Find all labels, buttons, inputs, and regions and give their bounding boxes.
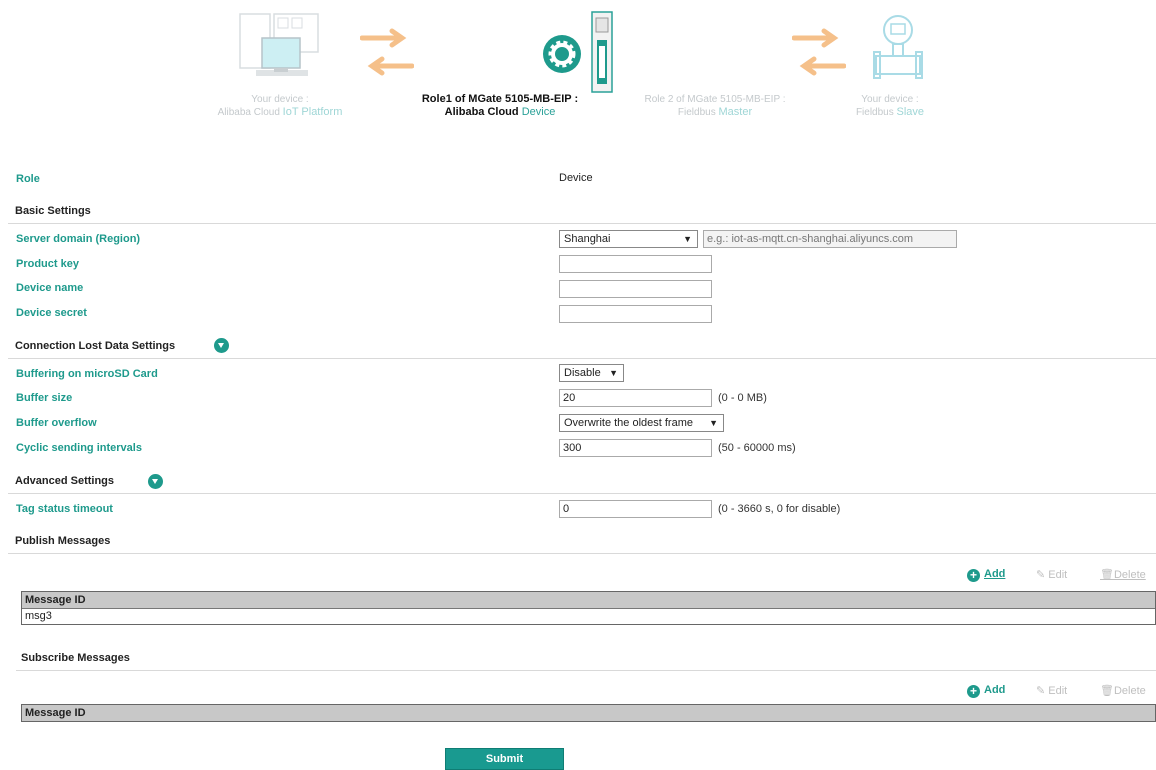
expand-toggle-icon[interactable] xyxy=(148,474,163,489)
tag-timeout-input[interactable]: 0 xyxy=(559,500,712,518)
buffer-overflow-select[interactable]: Overwrite the oldest frame ▼ xyxy=(559,414,724,432)
server-domain-label: Server domain (Region) xyxy=(16,233,141,245)
cyclic-label: Cyclic sending intervals xyxy=(16,442,142,454)
cyclic-input[interactable]: 300 xyxy=(559,439,712,457)
device-secret-input[interactable] xyxy=(559,305,712,323)
pencil-icon: ✎ xyxy=(1036,569,1046,581)
subscribe-add-button[interactable]: + Add xyxy=(967,684,1005,698)
subscribe-column-header: Message ID xyxy=(22,705,1155,721)
expand-toggle-icon[interactable] xyxy=(214,338,229,353)
publish-messages-header: Publish Messages xyxy=(8,529,1156,554)
buffering-label: Buffering on microSD Card xyxy=(16,368,158,380)
role-label: Role xyxy=(16,173,40,185)
subscribe-edit-button[interactable]: ✎ Edit xyxy=(1036,684,1067,697)
flowmeter-icon xyxy=(873,15,923,79)
subscribe-messages-table: Message ID xyxy=(21,704,1156,722)
caret-down-icon: ▼ xyxy=(709,418,718,428)
arrow-right-icon xyxy=(360,28,414,76)
trash-icon: 🗑 xyxy=(1100,569,1114,581)
product-key-input[interactable] xyxy=(559,255,712,273)
region-select[interactable]: Shanghai ▼ xyxy=(559,230,698,248)
submit-button[interactable]: Submit xyxy=(445,748,564,770)
buffer-size-hint: (0 - 0 MB) xyxy=(718,392,767,404)
buffer-overflow-label: Buffer overflow xyxy=(16,417,97,429)
device-name-label: Device name xyxy=(16,282,84,294)
tag-timeout-hint: (0 - 3660 s, 0 for disable) xyxy=(718,503,841,515)
publish-column-header: Message ID xyxy=(22,592,1155,609)
connection-lost-title: Connection Lost Data Settings xyxy=(15,340,176,352)
diagram-label-role1: Role1 of MGate 5105-MB-EIP : Alibaba Clo… xyxy=(421,93,579,118)
publish-messages-title: Publish Messages xyxy=(15,535,111,547)
device-name-input[interactable] xyxy=(559,280,712,298)
gateway-device-icon xyxy=(591,11,613,93)
publish-add-button[interactable]: + Add xyxy=(967,568,1005,582)
trash-icon: 🗑 xyxy=(1100,685,1114,697)
gear-icon xyxy=(543,35,581,73)
diagram-label-right-device: Your device : Fieldbus Slave xyxy=(855,94,925,118)
computer-icon xyxy=(239,13,319,76)
caret-down-icon: ▼ xyxy=(683,234,692,244)
advanced-settings-title: Advanced Settings xyxy=(15,475,115,487)
publish-edit-button[interactable]: ✎ Edit xyxy=(1036,568,1067,581)
diagram-label-role2: Role 2 of MGate 5105-MB-EIP : Fieldbus M… xyxy=(644,94,786,118)
plus-circle-icon: + xyxy=(967,685,980,698)
buffering-select[interactable]: Disable ▼ xyxy=(559,364,624,382)
publish-delete-button[interactable]: 🗑Delete xyxy=(1100,568,1146,581)
role-value: Device xyxy=(559,172,593,184)
subscribe-messages-title: Subscribe Messages xyxy=(21,652,130,664)
advanced-settings-header: Advanced Settings xyxy=(8,469,1156,494)
basic-settings-header: Basic Settings xyxy=(8,199,1156,224)
arrow-left-icon xyxy=(792,28,846,76)
connection-lost-header: Connection Lost Data Settings xyxy=(8,334,1156,359)
table-row[interactable]: msg3 xyxy=(22,609,1155,624)
plus-circle-icon: + xyxy=(967,569,980,582)
cyclic-hint: (50 - 60000 ms) xyxy=(718,442,796,454)
device-secret-label: Device secret xyxy=(16,307,87,319)
tag-timeout-label: Tag status timeout xyxy=(16,503,113,515)
subscribe-delete-button[interactable]: 🗑Delete xyxy=(1100,684,1146,697)
buffer-size-input[interactable]: 20 xyxy=(559,389,712,407)
basic-settings-title: Basic Settings xyxy=(15,205,91,217)
diagram-label-left-device: Your device : Alibaba Cloud IoT Platform xyxy=(217,94,343,118)
publish-messages-table: Message ID msg3 xyxy=(21,591,1156,625)
subscribe-messages-header: Subscribe Messages xyxy=(16,646,1156,671)
buffer-size-label: Buffer size xyxy=(16,392,73,404)
product-key-label: Product key xyxy=(16,258,79,270)
caret-down-icon: ▼ xyxy=(609,368,618,378)
server-domain-input[interactable]: e.g.: iot-as-mqtt.cn-shanghai.aliyuncs.c… xyxy=(703,230,957,248)
pencil-icon: ✎ xyxy=(1036,685,1046,697)
